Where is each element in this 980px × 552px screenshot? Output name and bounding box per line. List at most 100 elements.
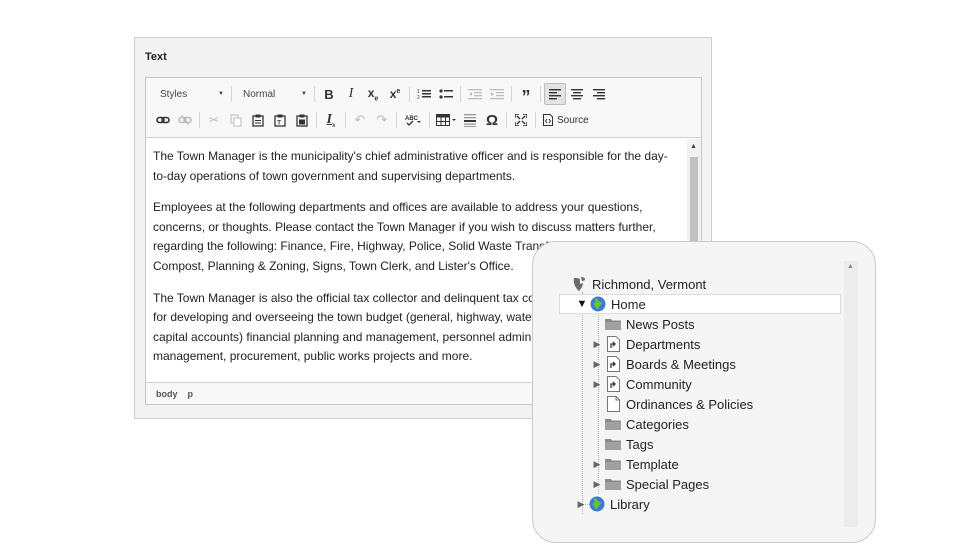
special-char-button[interactable]: Ω — [481, 109, 503, 131]
omega-icon: Ω — [485, 111, 499, 129]
collapsed-triangle-icon[interactable]: ▶ — [575, 499, 587, 510]
table-icon — [436, 114, 456, 126]
align-right-button[interactable] — [588, 83, 610, 105]
tree-item-tags[interactable]: Tags — [591, 434, 653, 454]
maximize-icon — [515, 114, 527, 126]
maximize-button[interactable] — [510, 109, 532, 131]
folder-icon — [605, 456, 621, 472]
tree-item-departments[interactable]: ▶ Departments — [591, 334, 700, 354]
remove-format-button[interactable]: Ix — [320, 109, 342, 131]
table-button[interactable] — [433, 109, 459, 131]
tree-item-label: Home — [611, 296, 646, 312]
copy-button[interactable] — [225, 109, 247, 131]
shortcut-page-icon — [605, 376, 621, 392]
scroll-up-arrow-icon[interactable]: ▲ — [690, 143, 697, 150]
unlink-button[interactable] — [174, 109, 196, 131]
superscript-button[interactable]: xe — [384, 83, 406, 105]
paste-word-button[interactable] — [291, 109, 313, 131]
copy-icon — [230, 114, 242, 126]
path-element-p[interactable]: p — [188, 389, 194, 399]
tree-root-node[interactable]: Richmond, Vermont — [569, 274, 706, 294]
globe-icon — [590, 296, 606, 312]
link-button[interactable] — [152, 109, 174, 131]
toolbar-separator — [535, 112, 536, 128]
blockquote-button[interactable]: ” — [515, 83, 537, 106]
bulleted-list-button[interactable] — [435, 83, 457, 105]
tree-item-home[interactable]: ▼ Home — [559, 294, 841, 314]
tree-item-template[interactable]: ▶ Template — [591, 454, 679, 474]
align-left-icon — [549, 88, 561, 99]
remove-format-icon: Ix — [326, 111, 336, 129]
toolbar-separator — [506, 112, 507, 128]
collapsed-triangle-icon[interactable]: ▶ — [591, 379, 603, 390]
paste-button[interactable] — [247, 109, 269, 131]
svg-text:T: T — [277, 120, 281, 126]
paragraph[interactable]: The Town Manager is the municipality's c… — [153, 147, 680, 186]
toolbar-separator — [409, 86, 410, 102]
tree-item-label: News Posts — [626, 316, 695, 332]
tree-item-label: Tags — [626, 436, 654, 452]
tree-item-categories[interactable]: Categories — [591, 414, 689, 434]
spellcheck-button[interactable]: ABC — [400, 109, 426, 131]
toolbar-separator — [231, 86, 232, 102]
source-icon — [543, 114, 553, 126]
shortcut-page-icon — [605, 356, 621, 372]
path-element-body[interactable]: body — [156, 389, 178, 399]
styles-dropdown-label: Styles — [160, 88, 188, 100]
collapsed-triangle-icon[interactable]: ▶ — [591, 359, 603, 370]
tree-item-ordinances-policies[interactable]: Ordinances & Policies — [591, 394, 753, 414]
subscript-button[interactable]: xe — [362, 83, 384, 105]
paste-text-button[interactable]: T — [269, 109, 291, 131]
folder-icon — [605, 416, 621, 432]
format-dropdown[interactable]: Normal ▼ — [235, 84, 311, 104]
tree-item-special-pages[interactable]: ▶ Special Pages — [591, 474, 710, 494]
numbered-list-button[interactable]: 12 — [413, 83, 435, 105]
source-button[interactable]: Source — [539, 109, 593, 131]
cut-icon: ✂ — [208, 113, 220, 127]
toolbar-separator — [199, 112, 200, 128]
typo3-logo-icon — [571, 276, 587, 292]
collapsed-triangle-icon[interactable]: ▶ — [591, 479, 603, 490]
decrease-indent-button[interactable] — [464, 83, 486, 105]
tree-scrollbar[interactable]: ▲ — [844, 261, 858, 527]
paste-icon — [252, 114, 264, 127]
toolbar-separator — [540, 86, 541, 102]
globe-icon — [589, 496, 605, 512]
tree-item-boards-meetings[interactable]: ▶ Boards & Meetings — [591, 354, 736, 374]
chevron-down-icon: ▼ — [218, 91, 224, 97]
tree-item-community[interactable]: ▶ Community — [591, 374, 692, 394]
align-center-icon — [571, 88, 583, 99]
undo-button[interactable]: ↶ — [349, 109, 371, 131]
toolbar-separator — [316, 112, 317, 128]
tree-item-label: Template — [626, 456, 679, 472]
align-left-button[interactable] — [544, 83, 566, 105]
bold-icon: B — [324, 86, 334, 102]
collapsed-triangle-icon[interactable]: ▶ — [591, 339, 603, 350]
paste-text-icon: T — [274, 114, 286, 127]
cut-button[interactable]: ✂ — [203, 109, 225, 131]
styles-dropdown[interactable]: Styles ▼ — [152, 84, 228, 104]
tree-item-label: Special Pages — [626, 476, 710, 492]
horizontal-rule-button[interactable] — [459, 109, 481, 131]
redo-button[interactable]: ↷ — [371, 109, 393, 131]
collapsed-triangle-icon[interactable]: ▶ — [591, 459, 603, 470]
shortcut-page-icon — [605, 336, 621, 352]
italic-button[interactable]: I — [340, 83, 362, 105]
expanded-triangle-icon[interactable]: ▼ — [576, 298, 588, 310]
source-button-label: Source — [557, 114, 589, 126]
scroll-up-arrow-icon[interactable]: ▲ — [847, 263, 854, 270]
folder-icon — [605, 316, 621, 332]
tree-item-library[interactable]: ▶ Library — [575, 494, 650, 514]
tree-item-news-posts[interactable]: News Posts — [591, 314, 695, 334]
align-center-button[interactable] — [566, 83, 588, 105]
bold-button[interactable]: B — [318, 83, 340, 105]
unlink-icon — [178, 115, 192, 125]
tree-item-label: Categories — [626, 416, 689, 432]
scrollbar-thumb[interactable] — [690, 157, 698, 247]
toolbar-separator — [345, 112, 346, 128]
increase-indent-button[interactable] — [486, 83, 508, 105]
tree-root-label: Richmond, Vermont — [592, 276, 707, 292]
tree-item-label: Boards & Meetings — [626, 356, 736, 372]
redo-icon: ↷ — [376, 112, 388, 127]
toolbar-row-2: ✂ T Ix ↶ ↷ ABC Ω Source — [152, 108, 593, 132]
